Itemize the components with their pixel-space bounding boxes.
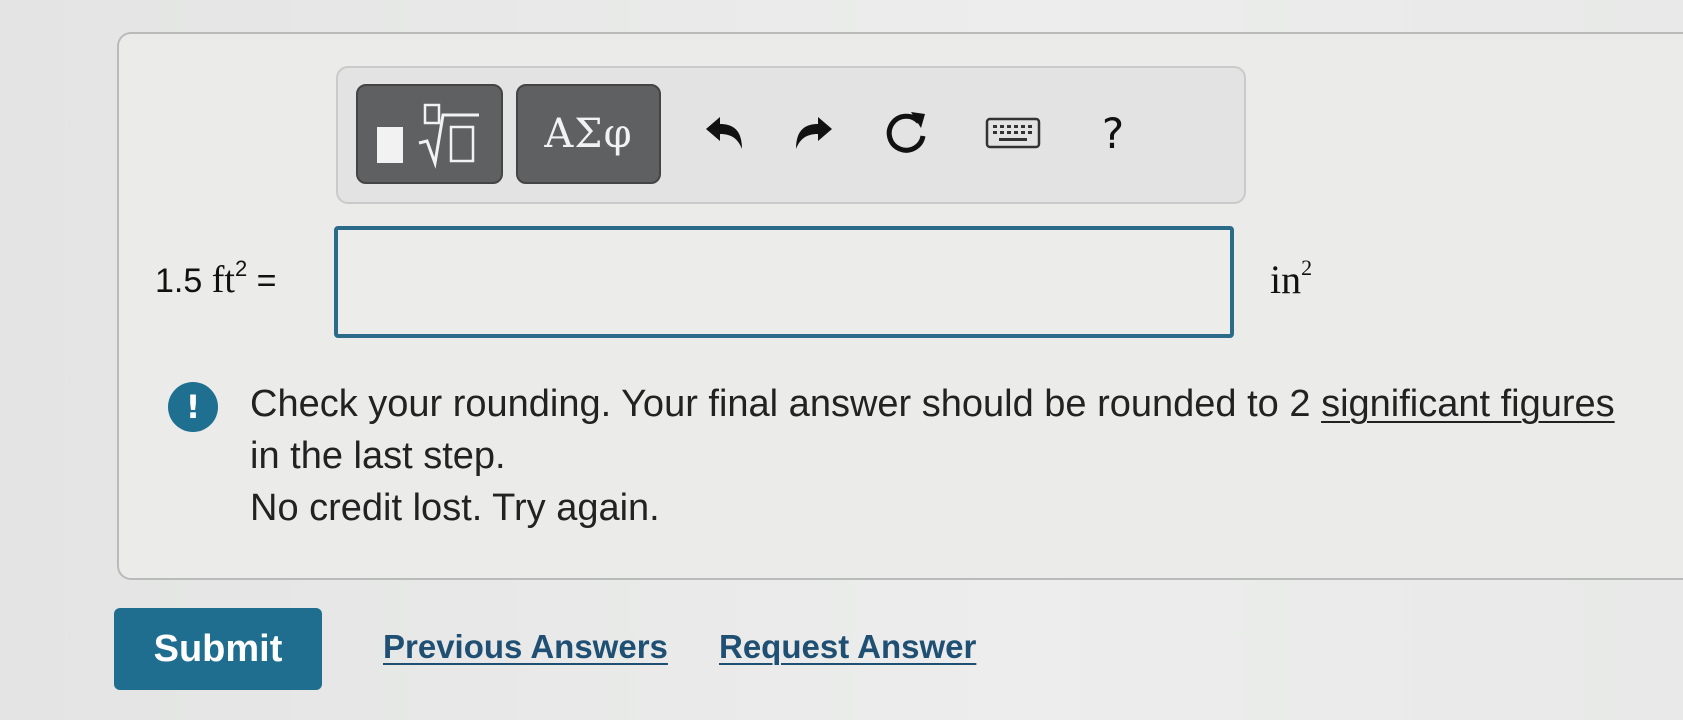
submit-button[interactable]: Submit xyxy=(114,608,322,690)
reset-icon xyxy=(886,112,926,153)
lhs-value: 1.5 xyxy=(155,262,203,300)
keyboard-button[interactable] xyxy=(978,98,1048,168)
previous-answers-link[interactable]: Previous Answers xyxy=(383,628,668,666)
answer-input[interactable] xyxy=(334,226,1234,338)
significant-figures-link[interactable]: significant figures xyxy=(1321,383,1615,425)
help-icon: ? xyxy=(1101,108,1125,158)
keyboard-icon xyxy=(985,117,1041,149)
math-toolbar: ΑΣφ ? xyxy=(336,66,1246,204)
feedback-message: Check your rounding. Your final answer s… xyxy=(250,378,1630,534)
request-answer-link[interactable]: Request Answer xyxy=(719,628,976,666)
lhs-unit: ft xyxy=(211,259,235,301)
rhs-unit: in xyxy=(1270,257,1302,302)
page: ΑΣφ ? 1.5 ft2 = in2 ! Check your roundin… xyxy=(0,0,1683,720)
equals-sign: = xyxy=(256,262,277,300)
reset-button[interactable] xyxy=(871,98,941,168)
undo-button[interactable] xyxy=(690,98,760,168)
lhs-exponent: 2 xyxy=(234,255,248,281)
feedback-line-1: Check your rounding. Your final answer s… xyxy=(250,378,1630,482)
equation-left-side: 1.5 ft2 = xyxy=(155,255,277,302)
feedback-line-2: No credit lost. Try again. xyxy=(250,487,660,529)
templates-button[interactable] xyxy=(356,84,503,184)
templates-icon xyxy=(376,103,479,169)
help-button[interactable]: ? xyxy=(1078,98,1148,168)
equation-right-unit: in2 xyxy=(1270,254,1313,303)
redo-button[interactable] xyxy=(778,98,848,168)
rhs-exponent: 2 xyxy=(1301,254,1313,280)
greek-symbols-button[interactable]: ΑΣφ xyxy=(516,84,661,184)
redo-icon xyxy=(796,117,832,149)
feedback-text-after: in the last step. xyxy=(250,435,506,477)
undo-icon xyxy=(706,117,742,149)
greek-symbols-label: ΑΣφ xyxy=(544,111,633,157)
feedback-text-before: Check your rounding. Your final answer s… xyxy=(250,383,1322,425)
warning-icon: ! xyxy=(168,382,218,432)
